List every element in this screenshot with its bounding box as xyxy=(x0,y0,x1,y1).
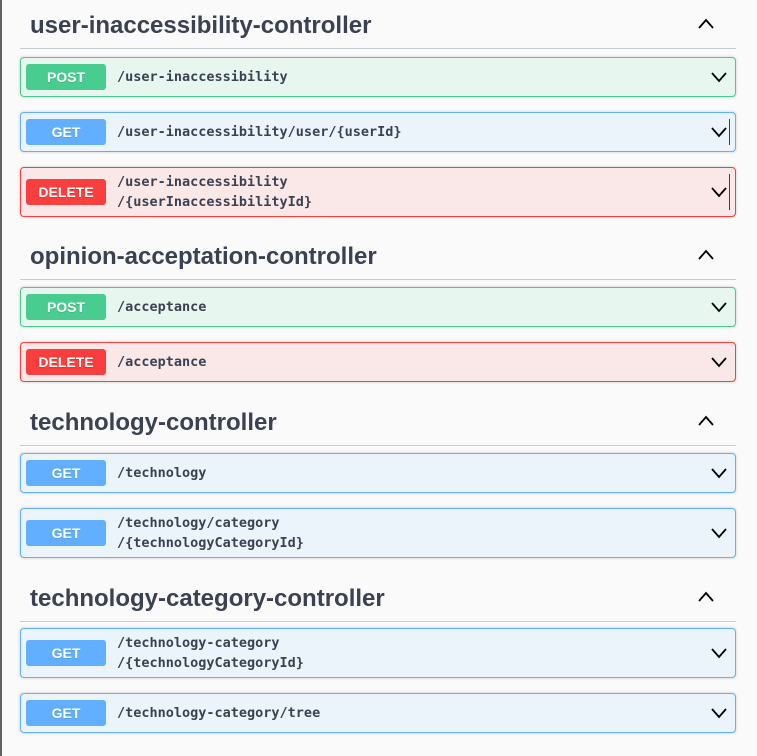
section-header[interactable]: opinion-acceptation-controller xyxy=(20,233,736,280)
method-badge-post: POST xyxy=(26,64,106,90)
section-title[interactable]: user-inaccessibility-controller xyxy=(30,12,371,40)
chevron-up-icon[interactable] xyxy=(696,245,716,265)
method-badge-delete: DELETE xyxy=(26,349,106,375)
section-header[interactable]: technology-category-controller xyxy=(20,575,736,622)
operation-get-technology-category-tree[interactable]: GET /technology-category/tree xyxy=(20,693,736,733)
chevron-down-icon[interactable] xyxy=(709,643,729,663)
focus-marker xyxy=(729,119,730,145)
operation-path: /technology-category/tree xyxy=(117,705,321,721)
operation-path: /technology xyxy=(117,465,207,481)
operation-path: /user-inaccessibility xyxy=(117,69,288,85)
operation-path: /acceptance xyxy=(117,354,207,370)
chevron-down-icon[interactable] xyxy=(709,523,729,543)
operation-get-technology-category-by-id[interactable]: GET /technology/category /{technologyCat… xyxy=(20,508,736,558)
chevron-down-icon[interactable] xyxy=(709,122,729,142)
section-header[interactable]: technology-controller xyxy=(20,399,736,446)
section-header[interactable]: user-inaccessibility-controller xyxy=(20,2,736,49)
chevron-up-icon[interactable] xyxy=(696,411,716,431)
chevron-down-icon[interactable] xyxy=(709,463,729,483)
section-technology-controller: technology-controller xyxy=(20,399,736,446)
chevron-down-icon[interactable] xyxy=(709,182,729,202)
operation-delete-user-inaccessibility[interactable]: DELETE /user-inaccessibility /{userInacc… xyxy=(20,167,736,217)
operation-path: /technology/category /{technologyCategor… xyxy=(117,515,304,551)
operation-delete-acceptance[interactable]: DELETE /acceptance xyxy=(20,342,736,382)
operation-path: /user-inaccessibility/user/{userId} xyxy=(117,124,402,140)
chevron-up-icon[interactable] xyxy=(696,587,716,607)
section-opinion-acceptation-controller: opinion-acceptation-controller xyxy=(20,233,736,280)
operation-post-user-inaccessibility[interactable]: POST /user-inaccessibility xyxy=(20,57,736,97)
operation-get-technology[interactable]: GET /technology xyxy=(20,453,736,493)
left-border xyxy=(0,0,2,756)
method-badge-post: POST xyxy=(26,294,106,320)
operation-path: /technology-category /{technologyCategor… xyxy=(117,635,304,671)
operation-get-user-inaccessibility-user[interactable]: GET /user-inaccessibility/user/{userId} xyxy=(20,112,736,152)
method-badge-get: GET xyxy=(26,119,106,145)
section-title[interactable]: technology-controller xyxy=(30,409,277,437)
section-title[interactable]: technology-category-controller xyxy=(30,585,385,613)
method-badge-delete: DELETE xyxy=(26,179,106,205)
chevron-up-icon[interactable] xyxy=(696,14,716,34)
method-badge-get: GET xyxy=(26,700,106,726)
operation-path: /user-inaccessibility /{userInaccessibil… xyxy=(117,174,313,210)
method-badge-get: GET xyxy=(26,640,106,666)
method-badge-get: GET xyxy=(26,520,106,546)
section-user-inaccessibility-controller: user-inaccessibility-controller xyxy=(20,2,736,49)
operation-post-acceptance[interactable]: POST /acceptance xyxy=(20,287,736,327)
chevron-down-icon[interactable] xyxy=(709,297,729,317)
chevron-down-icon[interactable] xyxy=(709,703,729,723)
operation-path: /acceptance xyxy=(117,299,207,315)
section-title[interactable]: opinion-acceptation-controller xyxy=(30,243,377,271)
focus-marker xyxy=(729,174,730,210)
method-badge-get: GET xyxy=(26,460,106,486)
operation-get-technology-category[interactable]: GET /technology-category /{technologyCat… xyxy=(20,628,736,678)
section-technology-category-controller: technology-category-controller xyxy=(20,575,736,622)
chevron-down-icon[interactable] xyxy=(709,67,729,87)
chevron-down-icon[interactable] xyxy=(709,352,729,372)
